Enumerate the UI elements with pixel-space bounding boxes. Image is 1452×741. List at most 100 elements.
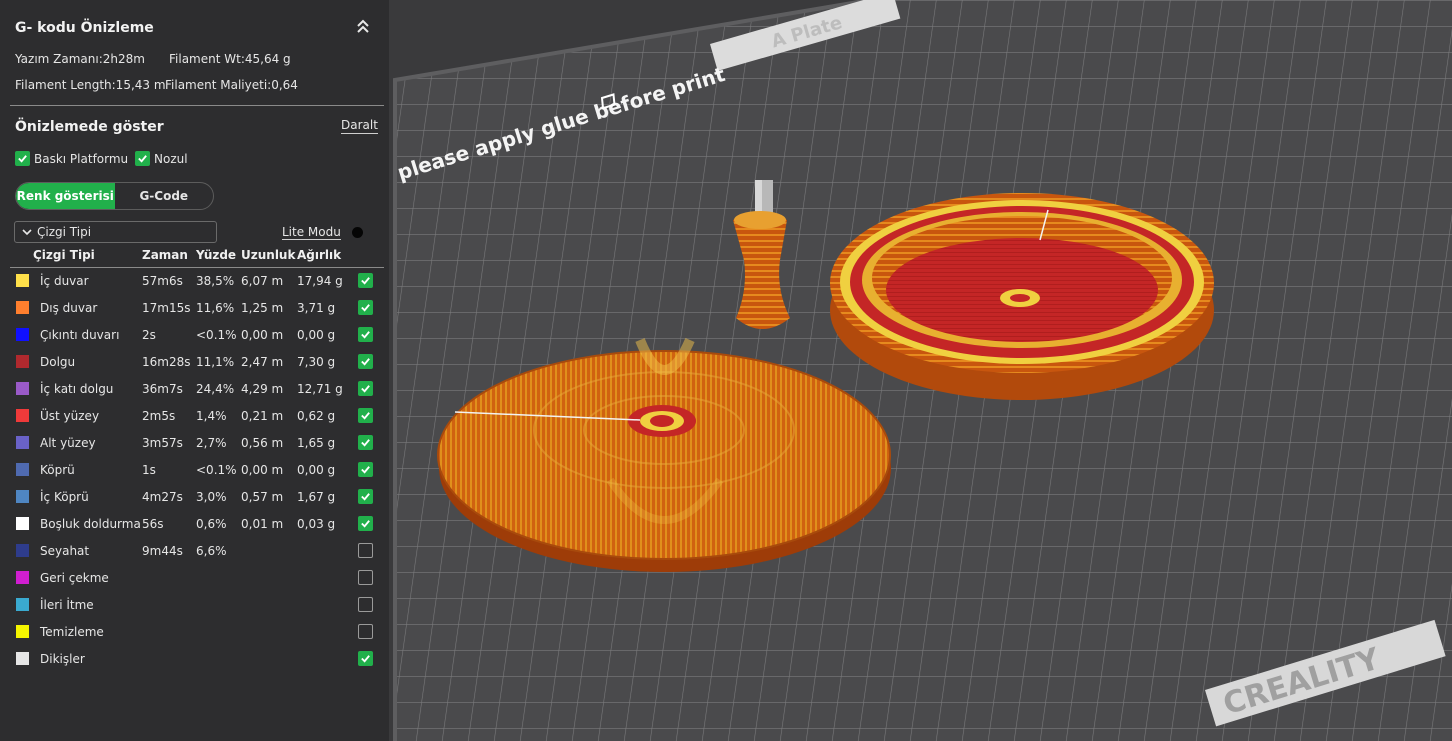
row-time: 17m15s	[142, 301, 191, 315]
lite-mode-link[interactable]: Lite Modu	[282, 225, 341, 240]
visibility-checkbox-checked[interactable]	[358, 327, 373, 342]
chevron-down-icon	[22, 229, 32, 236]
row-percent: 1,4%	[196, 409, 227, 423]
color-swatch	[16, 382, 29, 395]
table-row: İç katı dolgu 36m7s 24,4% 4,29 m 12,71 g	[0, 376, 389, 403]
build-platform-label: Baskı Platformu	[34, 151, 129, 166]
line-type-name: İleri İtme	[40, 598, 94, 612]
color-swatch	[16, 301, 29, 314]
view-mode-toggle: Renk gösterisi G-Code	[15, 182, 214, 210]
col-length: Uzunluk	[241, 248, 296, 262]
tray-object[interactable]	[830, 193, 1214, 400]
row-weight: 12,71 g	[297, 382, 343, 396]
color-swatch	[16, 409, 29, 422]
visibility-checkbox-unchecked[interactable]	[358, 543, 373, 558]
row-weight: 0,00 g	[297, 463, 336, 477]
row-time: 9m44s	[142, 544, 183, 558]
line-type-name: Köprü	[40, 463, 75, 477]
col-time: Zaman	[142, 248, 188, 262]
row-percent: 11,6%	[196, 301, 235, 315]
row-time: 3m57s	[142, 436, 183, 450]
visibility-checkbox-checked[interactable]	[358, 273, 373, 288]
color-swatch	[16, 625, 29, 638]
table-row: İç Köprü 4m27s 3,0% 0,57 m 1,67 g	[0, 484, 389, 511]
row-time: 2s	[142, 328, 156, 342]
row-weight: 1,67 g	[297, 490, 336, 504]
row-percent: 24,4%	[196, 382, 235, 396]
table-row: Dikişler	[0, 646, 389, 673]
col-line-type: Çizgi Tipi	[33, 248, 95, 262]
row-weight: 0,00 g	[297, 328, 336, 342]
color-swatch	[16, 517, 29, 530]
collapse-link[interactable]: Daralt	[341, 118, 378, 134]
line-type-name: Çıkıntı duvarı	[40, 328, 120, 342]
line-type-name: Alt yüzey	[40, 436, 96, 450]
color-swatch	[16, 598, 29, 611]
show-in-preview-title: Önizlemede göster	[15, 119, 164, 135]
color-swatch	[16, 328, 29, 341]
line-type-name: Üst yüzey	[40, 409, 100, 423]
table-row: Seyahat 9m44s 6,6%	[0, 538, 389, 565]
visibility-checkbox-unchecked[interactable]	[358, 597, 373, 612]
color-swatch	[16, 436, 29, 449]
lite-mode-toggle[interactable]	[352, 227, 363, 238]
filament-cost: Filament Maliyeti:0,64	[165, 78, 298, 92]
row-time: 2m5s	[142, 409, 176, 423]
table-row: Dış duvar 17m15s 11,6% 1,25 m 3,71 g	[0, 295, 389, 322]
table-row: İleri İtme	[0, 592, 389, 619]
visibility-checkbox-checked[interactable]	[358, 489, 373, 504]
color-view-button[interactable]: Renk gösterisi	[16, 183, 115, 209]
line-type-name: Dikişler	[40, 652, 85, 666]
filament-weight: Filament Wt:45,64 g	[169, 52, 291, 66]
row-time: 36m7s	[142, 382, 183, 396]
color-swatch	[16, 463, 29, 476]
row-percent: <0.1%	[196, 463, 237, 477]
row-time: 4m27s	[142, 490, 183, 504]
nozzle-checkbox[interactable]: Nozul	[135, 151, 188, 166]
color-swatch	[16, 355, 29, 368]
visibility-checkbox-unchecked[interactable]	[358, 570, 373, 585]
visibility-checkbox-checked[interactable]	[358, 381, 373, 396]
row-percent: 38,5%	[196, 274, 235, 288]
row-time: 57m6s	[142, 274, 183, 288]
table-row: Boşluk doldurma 56s 0,6% 0,01 m 0,03 g	[0, 511, 389, 538]
line-type-name: İç Köprü	[40, 490, 89, 504]
color-swatch	[16, 652, 29, 665]
visibility-checkbox-checked[interactable]	[358, 408, 373, 423]
table-row: İç duvar 57m6s 38,5% 6,07 m 17,94 g	[0, 268, 389, 295]
row-length: 0,56 m	[241, 436, 284, 450]
color-swatch	[16, 274, 29, 287]
visibility-checkbox-checked[interactable]	[358, 651, 373, 666]
line-type-name: Temizleme	[40, 625, 104, 639]
collapse-panel-icon[interactable]	[354, 18, 372, 38]
visibility-checkbox-checked[interactable]	[358, 435, 373, 450]
row-length: 4,29 m	[241, 382, 284, 396]
row-percent: 11,1%	[196, 355, 235, 369]
color-swatch	[16, 490, 29, 503]
checkbox-checked-icon	[135, 151, 150, 166]
visibility-checkbox-checked[interactable]	[358, 354, 373, 369]
row-percent: 2,7%	[196, 436, 227, 450]
table-row: Alt yüzey 3m57s 2,7% 0,56 m 1,65 g	[0, 430, 389, 457]
col-weight: Ağırlık	[297, 248, 342, 262]
panel-title: G- kodu Önizleme	[15, 20, 154, 36]
row-time: 56s	[142, 517, 164, 531]
table-row: Dolgu 16m28s 11,1% 2,47 m 7,30 g	[0, 349, 389, 376]
row-percent: <0.1%	[196, 328, 237, 342]
divider	[10, 105, 384, 106]
filament-length: Filament Length:15,43 m	[15, 78, 166, 92]
nozzle-label: Nozul	[154, 151, 188, 166]
line-type-dropdown[interactable]: Çizgi Tipi	[14, 221, 217, 243]
visibility-checkbox-unchecked[interactable]	[358, 624, 373, 639]
visibility-checkbox-checked[interactable]	[358, 300, 373, 315]
table-row: Köprü 1s <0.1% 0,00 m 0,00 g	[0, 457, 389, 484]
row-length: 2,47 m	[241, 355, 284, 369]
line-type-name: Seyahat	[40, 544, 90, 558]
build-platform-checkbox[interactable]: Baskı Platformu	[15, 151, 128, 166]
gcode-preview-panel: G- kodu Önizleme Yazım Zamanı:2h28m Fila…	[0, 0, 389, 741]
visibility-checkbox-checked[interactable]	[358, 516, 373, 531]
visibility-checkbox-checked[interactable]	[358, 462, 373, 477]
row-percent: 6,6%	[196, 544, 227, 558]
gcode-view-button[interactable]: G-Code	[115, 183, 214, 209]
row-time: 16m28s	[142, 355, 191, 369]
